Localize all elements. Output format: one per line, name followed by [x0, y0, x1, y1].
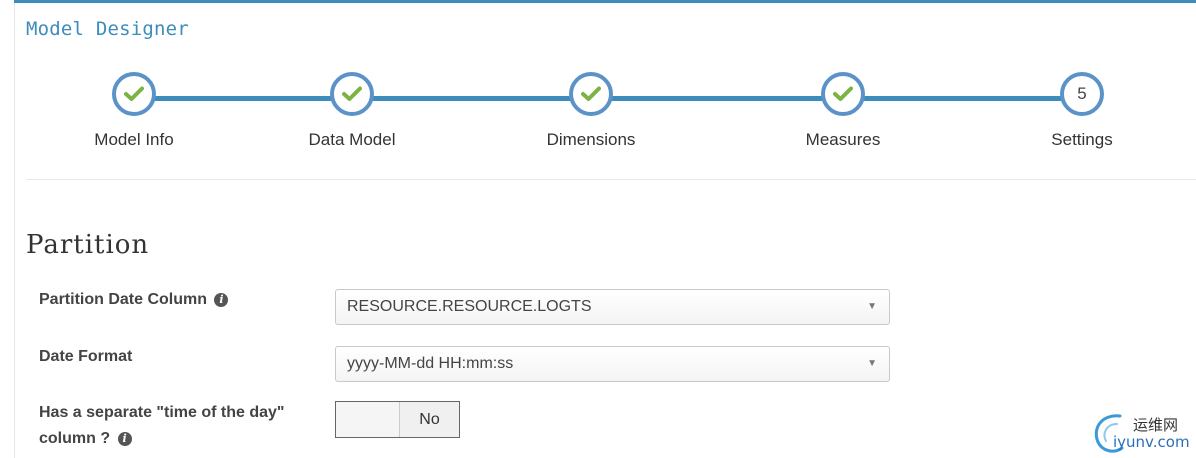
step-settings[interactable]: 5 Settings — [1002, 72, 1162, 150]
separate-time-column-label: Has a separate "time of the day" column … — [39, 400, 284, 452]
step-number: 5 — [1077, 84, 1087, 103]
step-label: Dimensions — [546, 130, 636, 149]
top-border — [14, 0, 1196, 3]
label-text: column ? — [39, 430, 111, 447]
step-label: Measures — [805, 130, 881, 149]
step-wizard: Model Info Data Model Dimensions Measure… — [0, 70, 1196, 170]
check-icon — [124, 86, 144, 101]
section-divider — [26, 179, 1196, 180]
caret-down-icon: ▼ — [867, 301, 877, 312]
date-format-select[interactable]: yyyy-MM-dd HH:mm:ss ▼ — [335, 346, 890, 382]
step-dimensions[interactable]: Dimensions — [511, 72, 671, 150]
partition-date-column-label: Partition Date Column i — [39, 287, 229, 313]
separate-time-toggle[interactable]: No — [335, 401, 460, 438]
section-title: Partition — [26, 230, 150, 260]
info-icon[interactable]: i — [214, 293, 229, 307]
label-text: Partition Date Column — [39, 291, 208, 308]
partition-date-column-select[interactable]: RESOURCE.RESOURCE.LOGTS ▼ — [335, 289, 890, 325]
step-label: Data Model — [308, 130, 396, 149]
date-format-label: Date Format — [39, 348, 133, 365]
info-icon[interactable]: i — [117, 432, 132, 446]
toggle-off-segment[interactable] — [336, 402, 400, 437]
step-model-info[interactable]: Model Info — [54, 72, 214, 150]
step-label: Model Info — [94, 130, 174, 149]
step-circle — [112, 72, 156, 116]
watermark-cn: 运维网 — [1133, 416, 1179, 434]
step-circle — [330, 72, 374, 116]
step-circle — [821, 72, 865, 116]
label-line-1: Has a separate "time of the day" — [39, 404, 285, 421]
step-circle — [569, 72, 613, 116]
check-icon — [342, 86, 362, 101]
page-title: Model Designer — [26, 18, 189, 40]
step-label: Settings — [1051, 130, 1113, 149]
site-watermark: 运维网 iyunv.com — [1090, 408, 1196, 458]
select-value: RESOURCE.RESOURCE.LOGTS — [347, 298, 592, 315]
step-circle: 5 — [1060, 72, 1104, 116]
select-value: yyyy-MM-dd HH:mm:ss — [347, 355, 514, 372]
step-data-model[interactable]: Data Model — [272, 72, 432, 150]
check-icon — [833, 86, 853, 101]
caret-down-icon: ▼ — [867, 358, 877, 369]
label-line-2: column ? i — [39, 426, 284, 452]
toggle-no-label: No — [400, 402, 459, 437]
step-measures[interactable]: Measures — [763, 72, 923, 150]
watermark-url: iyunv.com — [1113, 433, 1190, 451]
check-icon — [581, 86, 601, 101]
